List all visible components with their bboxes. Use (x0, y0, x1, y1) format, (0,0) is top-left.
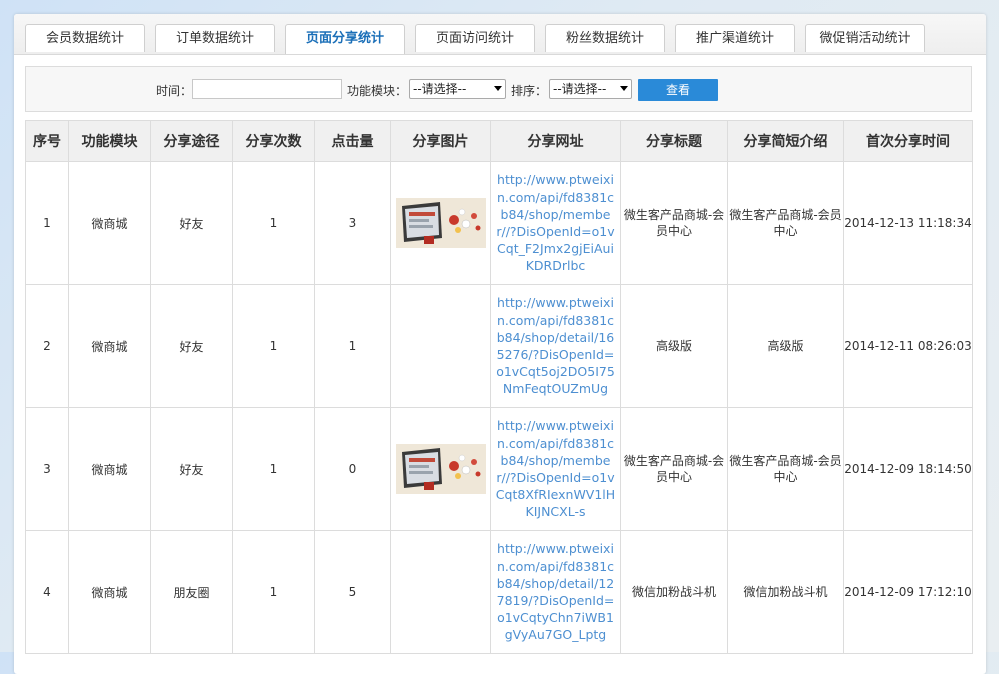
cell-module: 微商城 (68, 407, 151, 531)
header-module: 功能模块 (68, 120, 151, 162)
header-time: 首次分享时间 (843, 120, 973, 162)
tab-promotion-stats[interactable]: 微促销活动统计 (805, 24, 925, 52)
cell-intro: 微生客产品商城-会员中心 (727, 161, 844, 285)
table-row: 2 微商城 好友 1 1 http://www.ptweixin.com/api… (25, 284, 973, 408)
share-image-thumbnail[interactable] (395, 444, 486, 494)
share-stats-table: 序号 功能模块 分享途径 分享次数 点击量 分享图片 分享网址 分享标题 分享简… (25, 120, 973, 654)
tab-channel-stats[interactable]: 推广渠道统计 (675, 24, 795, 52)
cell-title: 微信加粉战斗机 (620, 530, 728, 654)
header-title: 分享标题 (620, 120, 728, 162)
cell-clicks: 5 (314, 530, 391, 654)
cell-channel: 朋友圈 (150, 530, 233, 654)
header-no: 序号 (25, 120, 69, 162)
header-shares: 分享次数 (232, 120, 315, 162)
cell-clicks: 1 (314, 284, 391, 408)
cell-title: 高级版 (620, 284, 728, 408)
chevron-down-icon (494, 86, 502, 91)
cell-url: http://www.ptweixin.com/api/fd8381cb84/s… (490, 530, 621, 654)
cell-url: http://www.ptweixin.com/api/fd8381cb84/s… (490, 284, 621, 408)
share-url-link[interactable]: http://www.ptweixin.com/api/fd8381cb84/s… (495, 540, 616, 643)
cell-image (390, 530, 491, 654)
module-select[interactable]: --请选择-- (409, 79, 506, 99)
table-row: 3 微商城 好友 1 0 http://www.ptweixin.com/api… (25, 407, 973, 531)
cell-shares: 1 (232, 530, 315, 654)
cell-image (390, 407, 491, 531)
cell-channel: 好友 (150, 407, 233, 531)
cell-image (390, 161, 491, 285)
tab-page-visit-stats[interactable]: 页面访问统计 (415, 24, 535, 52)
sort-label: 排序： (511, 84, 548, 98)
cell-module: 微商城 (68, 161, 151, 285)
cell-shares: 1 (232, 407, 315, 531)
cell-url: http://www.ptweixin.com/api/fd8381cb84/s… (490, 407, 621, 531)
cell-title: 微生客产品商城-会员中心 (620, 407, 728, 531)
tab-member-stats[interactable]: 会员数据统计 (25, 24, 145, 52)
share-url-link[interactable]: http://www.ptweixin.com/api/fd8381cb84/s… (495, 294, 616, 397)
tab-fans-stats[interactable]: 粉丝数据统计 (545, 24, 665, 52)
cell-title: 微生客产品商城-会员中心 (620, 161, 728, 285)
cell-time: 2014-12-09 17:12:10 (843, 530, 973, 654)
module-label: 功能模块： (347, 84, 408, 98)
header-image: 分享图片 (390, 120, 491, 162)
cell-time: 2014-12-13 11:18:34 (843, 161, 973, 285)
cell-clicks: 0 (314, 407, 391, 531)
cell-shares: 1 (232, 161, 315, 285)
module-select-value: --请选择-- (413, 82, 467, 96)
time-label: 时间： (156, 84, 193, 98)
cell-no: 2 (25, 284, 69, 408)
share-url-link[interactable]: http://www.ptweixin.com/api/fd8381cb84/s… (495, 171, 616, 274)
cell-no: 4 (25, 530, 69, 654)
filter-bar: 时间： 功能模块： --请选择-- 排序： --请选择-- 查看 (25, 66, 972, 112)
share-image-thumbnail[interactable] (395, 198, 486, 248)
table-header-row: 序号 功能模块 分享途径 分享次数 点击量 分享图片 分享网址 分享标题 分享简… (25, 120, 973, 162)
cell-no: 3 (25, 407, 69, 531)
tab-order-stats[interactable]: 订单数据统计 (155, 24, 275, 52)
chevron-down-icon (620, 86, 628, 91)
cell-url: http://www.ptweixin.com/api/fd8381cb84/s… (490, 161, 621, 285)
header-clicks: 点击量 (314, 120, 391, 162)
main-panel: 会员数据统计 订单数据统计 页面分享统计 页面访问统计 粉丝数据统计 推广渠道统… (14, 14, 986, 674)
cell-clicks: 3 (314, 161, 391, 285)
header-url: 分享网址 (490, 120, 621, 162)
cell-shares: 1 (232, 284, 315, 408)
sort-select[interactable]: --请选择-- (549, 79, 632, 99)
cell-no: 1 (25, 161, 69, 285)
time-input[interactable] (192, 79, 342, 99)
cell-intro: 高级版 (727, 284, 844, 408)
table-row: 4 微商城 朋友圈 1 5 http://www.ptweixin.com/ap… (25, 530, 973, 654)
cell-image (390, 284, 491, 408)
cell-time: 2014-12-09 18:14:50 (843, 407, 973, 531)
header-intro: 分享简短介绍 (727, 120, 844, 162)
cell-time: 2014-12-11 08:26:03 (843, 284, 973, 408)
query-button[interactable]: 查看 (638, 79, 718, 101)
tab-page-share-stats[interactable]: 页面分享统计 (285, 24, 405, 54)
cell-channel: 好友 (150, 284, 233, 408)
cell-module: 微商城 (68, 530, 151, 654)
cell-intro: 微信加粉战斗机 (727, 530, 844, 654)
table-row: 1 微商城 好友 1 3 http://www.ptweixin.com/api… (25, 161, 973, 285)
cell-intro: 微生客产品商城-会员中心 (727, 407, 844, 531)
sort-select-value: --请选择-- (553, 82, 607, 96)
cell-channel: 好友 (150, 161, 233, 285)
tab-bar: 会员数据统计 订单数据统计 页面分享统计 页面访问统计 粉丝数据统计 推广渠道统… (14, 14, 986, 55)
share-url-link[interactable]: http://www.ptweixin.com/api/fd8381cb84/s… (495, 417, 616, 520)
header-channel: 分享途径 (150, 120, 233, 162)
cell-module: 微商城 (68, 284, 151, 408)
